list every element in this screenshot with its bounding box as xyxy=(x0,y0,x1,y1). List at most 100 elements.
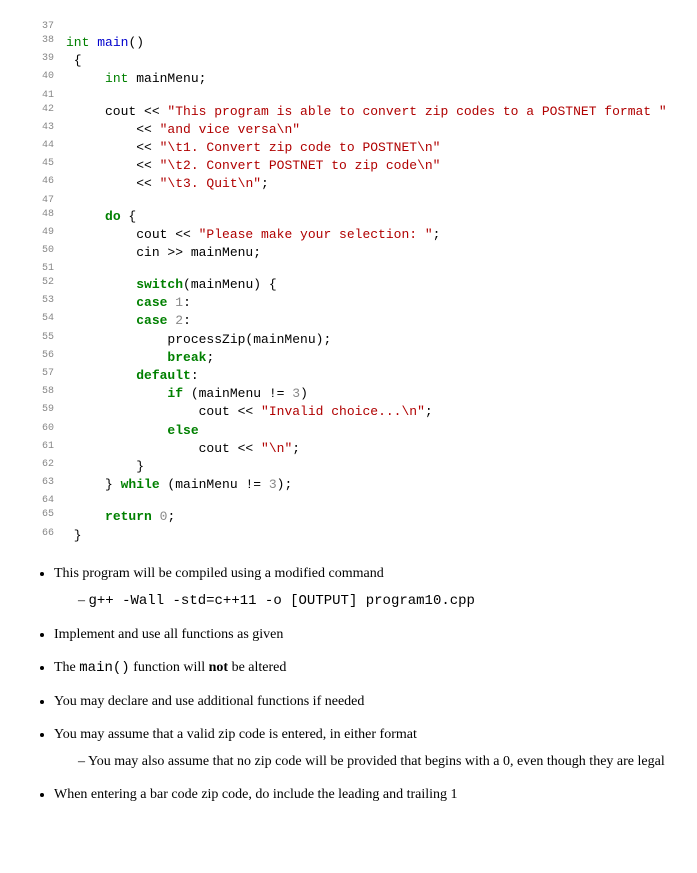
bullet-valid-zip: You may assume that a valid zip code is … xyxy=(54,724,667,772)
code-content: int mainMenu; xyxy=(66,70,206,88)
code-content: << "\t1. Convert zip code to POSTNET\n" xyxy=(66,139,440,157)
code-line: 50 cin >> mainMenu; xyxy=(30,244,667,262)
code-line: 52 switch(mainMenu) { xyxy=(30,276,667,294)
line-number: 38 xyxy=(30,34,54,52)
code-content: } while (mainMenu != 3); xyxy=(66,476,292,494)
code-content: cout << "Invalid choice...\n"; xyxy=(66,403,433,421)
line-number: 57 xyxy=(30,367,54,385)
code-content: switch(mainMenu) { xyxy=(66,276,277,294)
line-number: 52 xyxy=(30,276,54,294)
code-line: 59 cout << "Invalid choice...\n"; xyxy=(30,403,667,421)
line-number: 48 xyxy=(30,208,54,226)
code-line: 63 } while (mainMenu != 3); xyxy=(30,476,667,494)
bullet-additional-functions: You may declare and use additional funct… xyxy=(54,691,667,712)
code-content: break; xyxy=(66,349,214,367)
line-number: 60 xyxy=(30,422,54,440)
line-number: 59 xyxy=(30,403,54,421)
code-line: 62 } xyxy=(30,458,667,476)
code-line: 57 default: xyxy=(30,367,667,385)
text-mid: function will xyxy=(130,660,209,675)
code-line: 51 xyxy=(30,262,667,276)
code-content: { xyxy=(66,52,82,70)
code-line: 45 << "\t2. Convert POSTNET to zip code\… xyxy=(30,157,667,175)
code-content: } xyxy=(66,458,144,476)
bullet-text: You may declare and use additional funct… xyxy=(54,694,364,709)
bullet-text: You may assume that a valid zip code is … xyxy=(54,727,417,742)
code-line: 54 case 2: xyxy=(30,312,667,330)
code-content: return 0; xyxy=(66,508,175,526)
line-number: 45 xyxy=(30,157,54,175)
text-pre: The xyxy=(54,660,79,675)
code-line: 40 int mainMenu; xyxy=(30,70,667,88)
main-code: main() xyxy=(79,660,129,676)
line-number: 62 xyxy=(30,458,54,476)
code-content: cout << "This program is able to convert… xyxy=(66,103,667,121)
code-line: 53 case 1: xyxy=(30,294,667,312)
code-line: 46 << "\t3. Quit\n"; xyxy=(30,175,667,193)
code-content: } xyxy=(66,527,82,545)
code-line: 37 xyxy=(30,20,667,34)
code-content: if (mainMenu != 3) xyxy=(66,385,308,403)
code-content: default: xyxy=(66,367,199,385)
line-number: 43 xyxy=(30,121,54,139)
code-line: 55 processZip(mainMenu); xyxy=(30,331,667,349)
code-content: case 2: xyxy=(66,312,191,330)
line-number: 39 xyxy=(30,52,54,70)
text-bold: not xyxy=(209,660,228,675)
code-content: cout << "\n"; xyxy=(66,440,300,458)
line-number: 64 xyxy=(30,494,54,508)
code-content: << "\t2. Convert POSTNET to zip code\n" xyxy=(66,157,440,175)
code-content: processZip(mainMenu); xyxy=(66,331,331,349)
line-number: 50 xyxy=(30,244,54,262)
code-line: 44 << "\t1. Convert zip code to POSTNET\… xyxy=(30,139,667,157)
line-number: 61 xyxy=(30,440,54,458)
bullet-compile: This program will be compiled using a mo… xyxy=(54,563,667,612)
code-line: 41 xyxy=(30,89,667,103)
code-line: 58 if (mainMenu != 3) xyxy=(30,385,667,403)
code-line: 43 << "and vice versa\n" xyxy=(30,121,667,139)
line-number: 53 xyxy=(30,294,54,312)
sub-bullet-command: g++ -Wall -std=c++11 -o [OUTPUT] program… xyxy=(78,590,667,612)
code-content: else xyxy=(66,422,199,440)
code-content: int main() xyxy=(66,34,144,52)
code-content: cout << "Please make your selection: "; xyxy=(66,226,440,244)
bullet-text: When entering a bar code zip code, do in… xyxy=(54,787,458,802)
line-number: 58 xyxy=(30,385,54,403)
line-number: 63 xyxy=(30,476,54,494)
code-line: 65 return 0; xyxy=(30,508,667,526)
line-number: 66 xyxy=(30,527,54,545)
line-number: 41 xyxy=(30,89,54,103)
bullet-text: You may also assume that no zip code wil… xyxy=(88,754,665,769)
code-line: 66 } xyxy=(30,527,667,545)
code-listing: 3738int main()39 {40 int mainMenu;4142 c… xyxy=(30,20,667,545)
code-line: 56 break; xyxy=(30,349,667,367)
line-number: 55 xyxy=(30,331,54,349)
code-line: 60 else xyxy=(30,422,667,440)
bullet-main-not-altered: The main() function will not be altered xyxy=(54,657,667,679)
line-number: 46 xyxy=(30,175,54,193)
text-post: be altered xyxy=(228,660,286,675)
line-number: 47 xyxy=(30,194,54,208)
line-number: 44 xyxy=(30,139,54,157)
bullet-implement: Implement and use all functions as given xyxy=(54,624,667,645)
code-content: cin >> mainMenu; xyxy=(66,244,261,262)
line-number: 42 xyxy=(30,103,54,121)
code-line: 39 { xyxy=(30,52,667,70)
code-line: 48 do { xyxy=(30,208,667,226)
line-number: 51 xyxy=(30,262,54,276)
line-number: 40 xyxy=(30,70,54,88)
line-number: 54 xyxy=(30,312,54,330)
code-content: case 1: xyxy=(66,294,191,312)
compile-command: g++ -Wall -std=c++11 -o [OUTPUT] program… xyxy=(89,593,475,609)
code-line: 64 xyxy=(30,494,667,508)
line-number: 49 xyxy=(30,226,54,244)
line-number: 65 xyxy=(30,508,54,526)
code-line: 61 cout << "\n"; xyxy=(30,440,667,458)
code-content: do { xyxy=(66,208,136,226)
code-line: 42 cout << "This program is able to conv… xyxy=(30,103,667,121)
code-line: 49 cout << "Please make your selection: … xyxy=(30,226,667,244)
code-content: << "\t3. Quit\n"; xyxy=(66,175,269,193)
code-content: << "and vice versa\n" xyxy=(66,121,300,139)
code-line: 47 xyxy=(30,194,667,208)
bullet-text: This program will be compiled using a mo… xyxy=(54,566,384,581)
